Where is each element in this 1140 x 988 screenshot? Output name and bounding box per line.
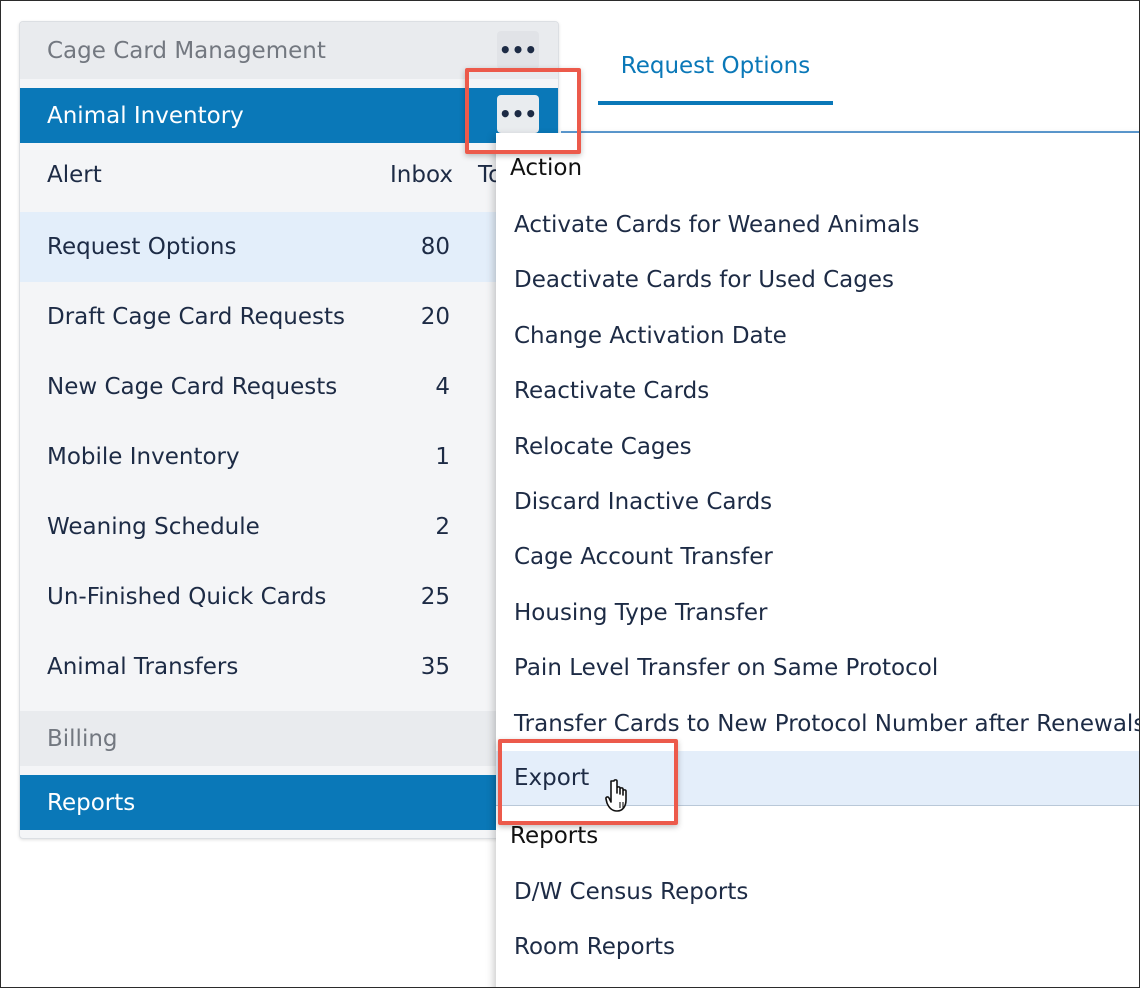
callout-highlight-more-button <box>465 68 581 154</box>
screenshot-frame: Cage Card Management ••• Animal Inventor… <box>0 0 1140 988</box>
alert-row-new-cage-card-requests[interactable]: New Cage Card Requests 4 <box>20 352 558 422</box>
menu-item-activate-cards-weaned[interactable]: Activate Cards for Weaned Animals <box>496 197 1139 252</box>
menu-item-label: Room Reports <box>514 933 676 960</box>
tab-request-options[interactable]: Request Options <box>598 53 833 79</box>
menu-group-action: Action <box>510 155 583 181</box>
menu-item-deactivate-cards-used-cages[interactable]: Deactivate Cards for Used Cages <box>496 252 1139 307</box>
menu-item-change-activation-date[interactable]: Change Activation Date <box>496 308 1139 363</box>
menu-item-label: Deactivate Cards for Used Cages <box>514 266 894 293</box>
alert-row-count: 1 <box>435 444 450 470</box>
tab-request-options-label: Request Options <box>620 53 811 79</box>
alert-row-mobile-inventory[interactable]: Mobile Inventory 1 <box>20 422 558 492</box>
section-reports[interactable]: Reports <box>20 775 558 830</box>
alert-row-label: Draft Cage Card Requests <box>47 304 346 330</box>
column-header-inbox: Inbox <box>390 162 453 188</box>
menu-item-label: Change Activation Date <box>514 322 787 349</box>
menu-item-reactivate-cards[interactable]: Reactivate Cards <box>496 363 1139 418</box>
section-reports-label: Reports <box>47 789 136 816</box>
menu-item-room-reports[interactable]: Room Reports <box>496 919 1139 974</box>
alert-row-label: Mobile Inventory <box>47 444 240 470</box>
actions-dropdown-menu: Action Activate Cards for Weaned Animals… <box>496 133 1140 987</box>
alert-row-animal-transfers[interactable]: Animal Transfers 35 <box>20 632 558 702</box>
menu-item-relocate-cages[interactable]: Relocate Cages <box>496 419 1139 474</box>
alert-row-request-options[interactable]: Request Options 80 <box>20 212 558 282</box>
alert-row-count: 25 <box>420 584 450 610</box>
tab-active-underline <box>598 101 833 105</box>
menu-item-cage-account-transfer[interactable]: Cage Account Transfer <box>496 529 1139 584</box>
menu-item-label: Pain Level Transfer on Same Protocol <box>514 654 939 681</box>
section-billing-label: Billing <box>47 725 118 752</box>
alert-row-weaning-schedule[interactable]: Weaning Schedule 2 <box>20 492 558 562</box>
alert-row-label: Weaning Schedule <box>47 514 260 540</box>
menu-item-label: Activate Cards for Weaned Animals <box>514 211 920 238</box>
menu-item-label: D/W Census Reports <box>514 878 749 905</box>
alert-row-label: Request Options <box>47 234 237 260</box>
alert-row-count: 35 <box>420 654 450 680</box>
callout-highlight-export <box>498 739 678 825</box>
hand-pointer-cursor-icon <box>605 779 627 812</box>
more-icon: ••• <box>498 38 538 62</box>
alert-row-draft-cage-card-requests[interactable]: Draft Cage Card Requests 20 <box>20 282 558 352</box>
alert-row-label: Un-Finished Quick Cards <box>47 584 327 610</box>
section-billing[interactable]: Billing <box>20 711 558 766</box>
cage-card-management-more-button[interactable]: ••• <box>497 31 539 69</box>
menu-item-label: Cage Account Transfer <box>514 543 773 570</box>
menu-item-label: Housing Type Transfer <box>514 599 768 626</box>
menu-item-pain-level-transfer[interactable]: Pain Level Transfer on Same Protocol <box>496 640 1139 695</box>
alert-row-count: 20 <box>420 304 450 330</box>
menu-item-label: Transfer Cards to New Protocol Number af… <box>514 710 1140 737</box>
section-cage-card-management-label: Cage Card Management <box>47 37 326 64</box>
menu-item-discard-inactive-cards[interactable]: Discard Inactive Cards <box>496 474 1139 529</box>
alert-row-unfinished-quick-cards[interactable]: Un-Finished Quick Cards 25 <box>20 562 558 632</box>
column-header-alert: Alert <box>47 162 102 188</box>
menu-item-label: Relocate Cages <box>514 433 692 460</box>
menu-item-dw-census-reports[interactable]: D/W Census Reports <box>496 864 1139 919</box>
section-animal-inventory-label: Animal Inventory <box>47 102 244 129</box>
menu-item-label: Reactivate Cards <box>514 377 710 404</box>
alert-row-label: New Cage Card Requests <box>47 374 338 400</box>
menu-group-reports: Reports <box>510 823 599 849</box>
alert-row-label: Animal Transfers <box>47 654 239 680</box>
alert-row-count: 4 <box>435 374 450 400</box>
menu-item-housing-type-transfer[interactable]: Housing Type Transfer <box>496 585 1139 640</box>
menu-item-label: Discard Inactive Cards <box>514 488 773 515</box>
alert-row-count: 2 <box>435 514 450 540</box>
alert-row-count: 80 <box>420 234 450 260</box>
